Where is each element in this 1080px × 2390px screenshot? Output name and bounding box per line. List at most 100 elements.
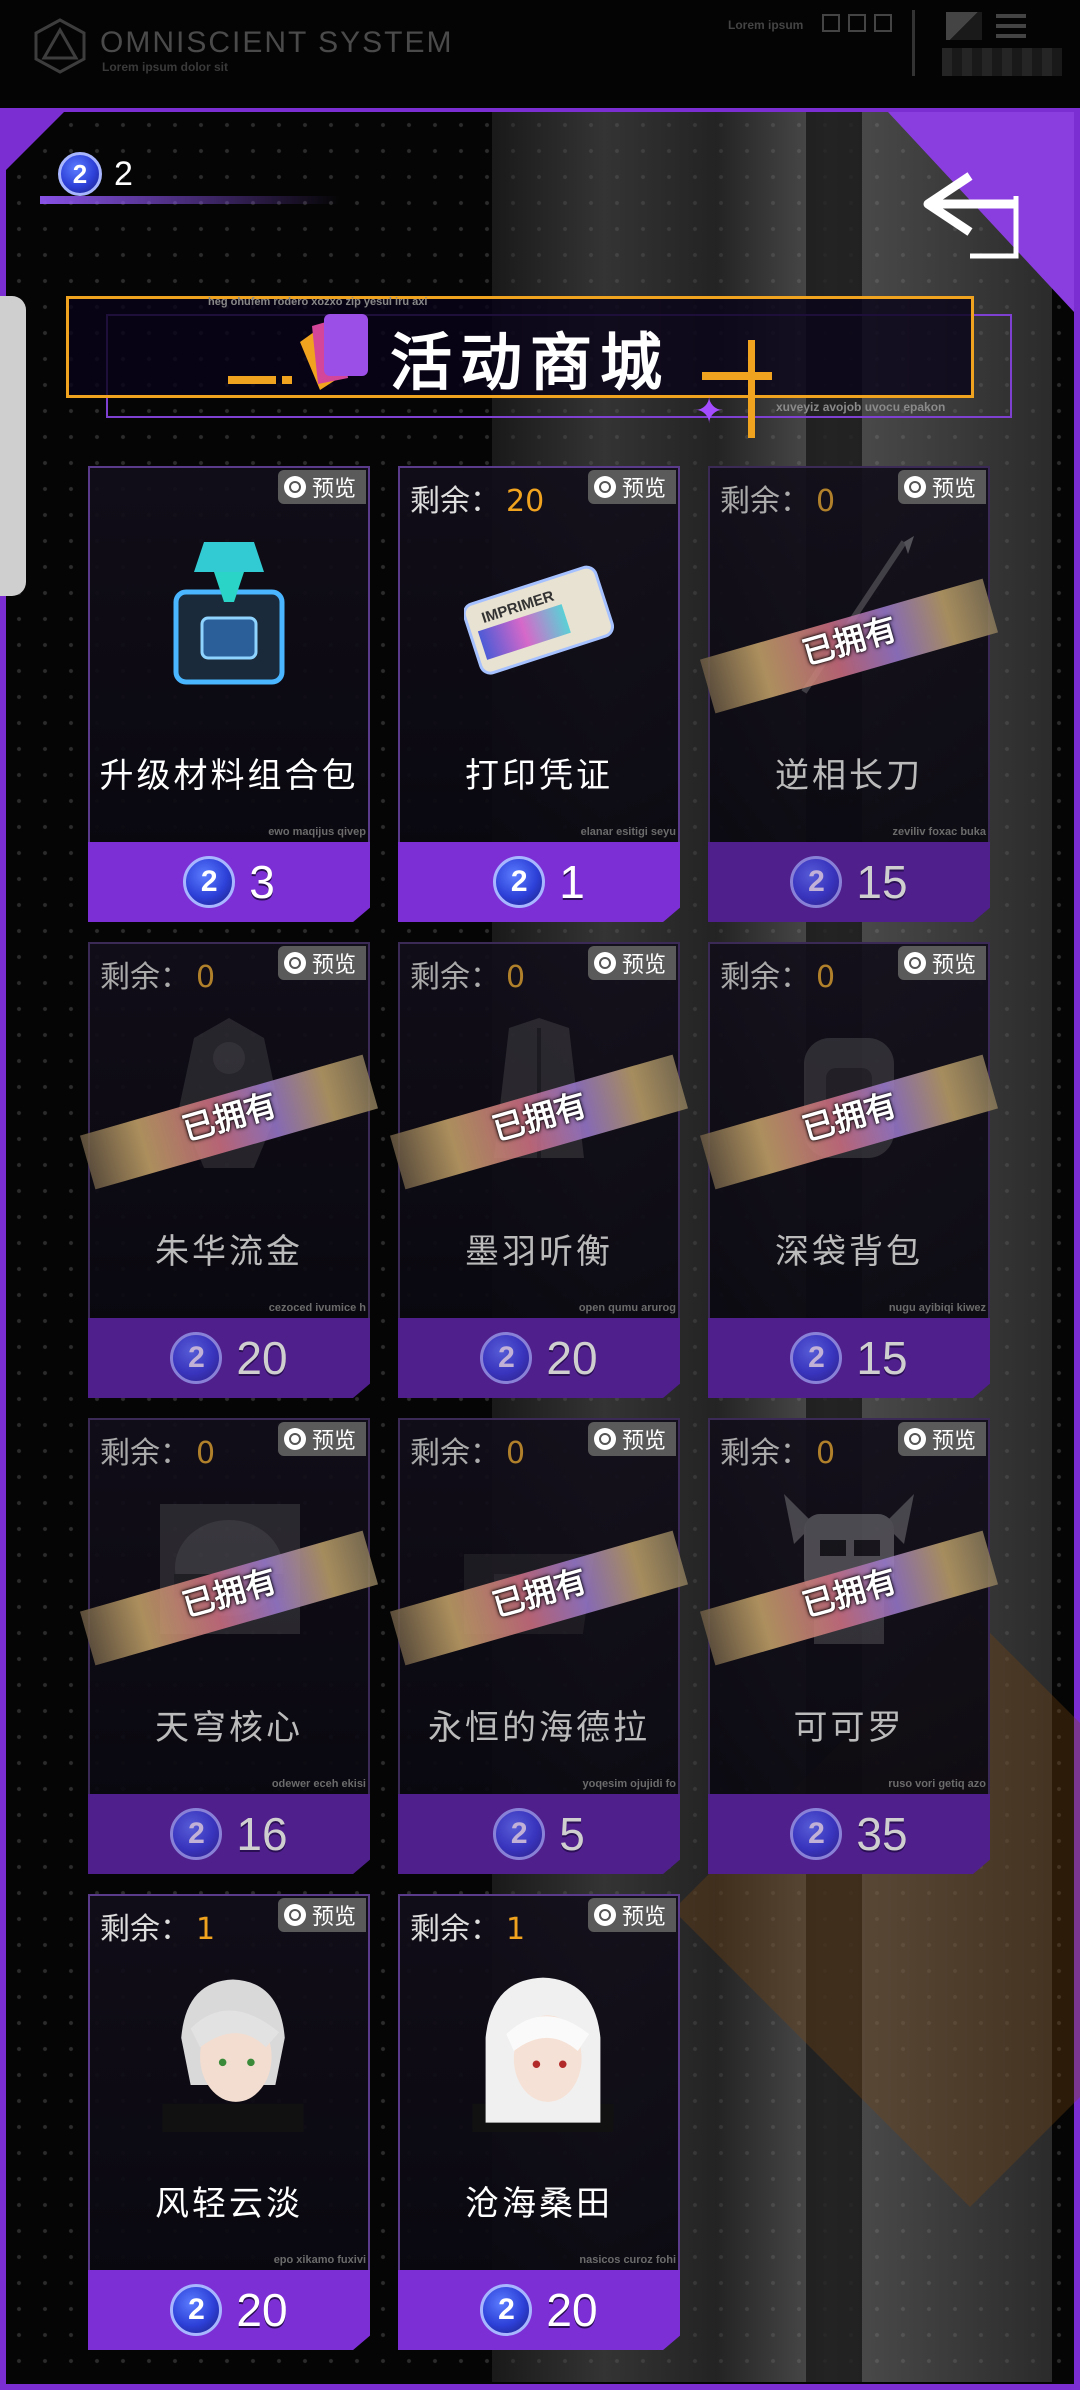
item-name: 风轻云淡	[155, 2184, 303, 2224]
remaining-value: 0	[196, 960, 216, 995]
preview-label: 预览	[621, 477, 666, 502]
buy-button[interactable]: 21	[398, 842, 680, 922]
item-caption: zeviliv foxac buka	[892, 826, 986, 838]
magnifier-icon	[593, 1428, 616, 1450]
item-price: 16	[236, 1808, 288, 1860]
system-contrast-icon	[946, 12, 982, 40]
remaining-stock: 剩余： 0	[410, 1428, 525, 1472]
currency-underline	[40, 196, 340, 204]
preview-button[interactable]: 预览	[277, 1422, 366, 1456]
remaining-stock: 剩余： 0	[720, 1428, 835, 1472]
remaining-label: 剩余：	[100, 960, 190, 995]
shop-item-card[interactable]: 预览 升级材料组合包 ewo maqijus qivep 2 3	[88, 466, 370, 922]
token-coin-icon: 2	[183, 856, 236, 908]
magnifier-icon	[903, 476, 926, 498]
preview-button[interactable]: 预览	[587, 946, 676, 980]
remaining-label: 剩余：	[720, 1436, 810, 1471]
system-right-label: Lorem ipsum	[728, 18, 804, 32]
preview-button[interactable]: 预览	[277, 1898, 366, 1932]
buy-button[interactable]: 23	[88, 842, 370, 922]
magnifier-icon	[283, 952, 306, 974]
system-bar: OMNISCIENT SYSTEM Lorem ipsum dolor sit …	[0, 0, 1080, 108]
shop-item-card[interactable]: 剩余： 0 预览 已拥有 天穹核心 odewer eceh ekisi 2 16	[79, 1418, 379, 1874]
remaining-value: 1	[506, 1912, 526, 1947]
item-caption: nugu ayibiqi kiwez	[888, 1302, 986, 1314]
system-blurred-block	[942, 48, 1062, 76]
system-title: OMNISCIENT SYSTEM	[100, 26, 454, 59]
preview-button[interactable]: 预览	[587, 1898, 676, 1932]
remaining-label: 剩余：	[100, 1912, 190, 1947]
item-caption: ruso vori getiq azo	[888, 1778, 986, 1790]
token-coin-icon: 2	[480, 2284, 533, 2336]
buy-button[interactable]: 2 20	[88, 1318, 370, 1398]
shop-item-card[interactable]: 剩余： 20 预览 IMPRIMER 打印凭证 elanar esitigi seyu 2 1	[398, 466, 680, 922]
banner-accent-line	[228, 376, 276, 384]
remaining-value: 0	[816, 1436, 836, 1471]
remaining-stock: 剩余： 1	[410, 1904, 525, 1948]
preview-button[interactable]: 预览	[897, 1422, 986, 1456]
item-name: 墨羽听衡	[465, 1232, 613, 1272]
shop-item-card[interactable]: 剩余： 1 预览 风轻云淡 epo xikamo fuxivi 2 20	[88, 1894, 370, 2350]
imprimer-ticket-icon: IMPRIMER	[464, 565, 614, 675]
buy-button[interactable]: 2 15	[708, 1318, 990, 1398]
token-coin-icon: 2	[790, 1332, 843, 1384]
preview-button[interactable]: 预览	[587, 1422, 676, 1456]
preview-label: 预览	[931, 477, 976, 502]
card-stack-icon	[300, 314, 368, 390]
shop-item-card[interactable]: 剩余： 0 预览 已拥有 墨羽听衡 open qumu arurog 2 20	[389, 942, 689, 1398]
remaining-label: 剩余：	[410, 484, 500, 519]
banner-caption-bottom: xuveyiz avojob uvocu epakon	[776, 400, 946, 414]
token-coin-icon: 2	[493, 1808, 546, 1860]
item-caption: elanar esitigi seyu	[580, 826, 676, 838]
preview-button[interactable]: 预览	[897, 470, 986, 504]
remaining-stock: 剩余： 0	[720, 952, 835, 996]
item-name: 逆相长刀	[775, 756, 923, 796]
shop-item-card[interactable]: 剩余： 0 预览 已拥有 逆相长刀 zeviliv foxac buka 2 15	[699, 466, 999, 922]
preview-button[interactable]: 预览	[277, 470, 366, 504]
currency-count: 2	[114, 154, 133, 193]
item-price: 15	[856, 856, 908, 908]
buy-button[interactable]: 2 20	[88, 2270, 370, 2350]
item-caption: yoqesim ojujidi fo	[582, 1778, 676, 1790]
remaining-label: 剩余：	[720, 484, 810, 519]
remaining-stock: 剩余： 0	[720, 476, 835, 520]
remaining-value: 0	[506, 960, 526, 995]
preview-button[interactable]: 预览	[587, 470, 676, 504]
item-price: 20	[236, 1332, 288, 1384]
white-hair-girl-portrait	[472, 1977, 614, 2132]
shop-item-card[interactable]: 剩余： 0 预览 已拥有 可可罗 ruso vori getiq azo 2 35	[699, 1418, 999, 1874]
system-divider	[912, 10, 915, 76]
shop-item-card[interactable]: 剩余： 1 预览 沧海桑田 nasicos curoz fohi 2 20	[398, 1894, 680, 2350]
back-arrow-icon[interactable]	[910, 166, 1030, 266]
magnifier-icon	[903, 952, 926, 974]
preview-label: 预览	[621, 953, 666, 978]
preview-label: 预览	[931, 953, 976, 978]
shop-item-card[interactable]: 剩余： 0 预览 已拥有 深袋背包 nugu ayibiqi kiwez 2 15	[699, 942, 999, 1398]
buy-button[interactable]: 2 20	[398, 1318, 680, 1398]
side-drawer-handle[interactable]	[0, 296, 26, 596]
buy-button[interactable]: 25	[398, 1794, 680, 1874]
preview-button[interactable]: 预览	[897, 946, 986, 980]
shop-item-card[interactable]: 剩余： 0 预览 已拥有 朱华流金 cezoced ivumice h 2 20	[79, 942, 379, 1398]
item-caption: odewer eceh ekisi	[271, 1778, 366, 1790]
remaining-value: 0	[506, 1436, 526, 1471]
magnifier-icon	[283, 476, 306, 498]
remaining-stock: 剩余： 0	[410, 952, 525, 996]
buy-button[interactable]: 2 35	[708, 1794, 990, 1874]
remaining-stock: 剩余： 0	[100, 1428, 215, 1472]
item-price: 20	[546, 1332, 598, 1384]
item-price: 20	[546, 2284, 598, 2336]
buy-button[interactable]: 2 20	[398, 2270, 680, 2350]
remaining-label: 剩余：	[410, 960, 500, 995]
buy-button[interactable]: 2 15	[708, 842, 990, 922]
magnifier-icon	[903, 1428, 926, 1450]
item-caption: epo xikamo fuxivi	[273, 2254, 366, 2266]
preview-button[interactable]: 预览	[277, 946, 366, 980]
token-coin-icon: 2	[480, 1332, 533, 1384]
token-coin-icon: 2	[790, 1808, 843, 1860]
shop-title: 活动商城	[390, 326, 671, 399]
shop-item-card[interactable]: 剩余： 0 预览 已拥有 永恒的海德拉 yoqesim ojujidi fo 2 5	[389, 1418, 689, 1874]
token-coin-icon: 2	[170, 1808, 223, 1860]
buy-button[interactable]: 2 16	[88, 1794, 370, 1874]
silver-hair-boy-portrait	[162, 1979, 304, 2132]
